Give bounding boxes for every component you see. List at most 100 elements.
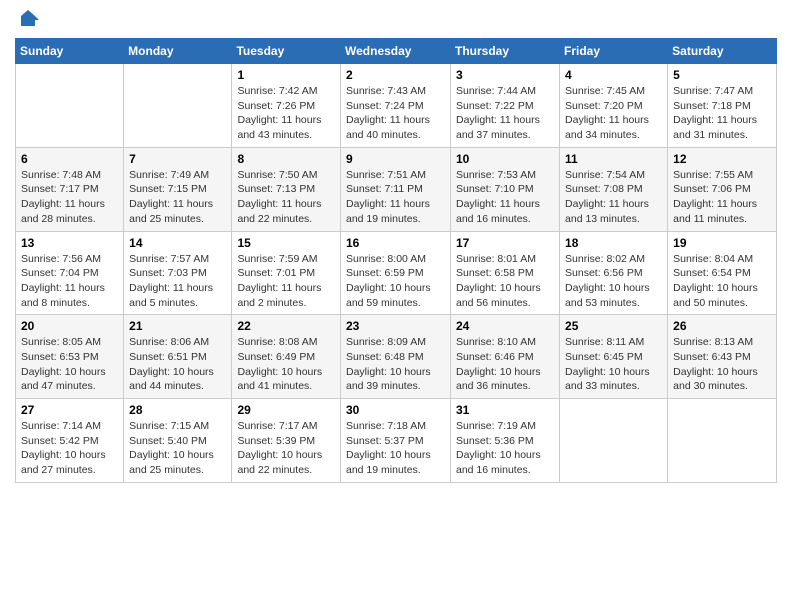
calendar-cell: 11 Sunrise: 7:54 AMSunset: 7:08 PMDayligh… [560,147,668,231]
day-number: 21 [129,319,226,333]
day-info: Sunrise: 8:00 AMSunset: 6:59 PMDaylight:… [346,252,445,311]
day-info: Sunrise: 8:06 AMSunset: 6:51 PMDaylight:… [129,335,226,394]
calendar-cell: 10Sunrise: 7:53 AMSunset: 7:10 PMDayligh… [451,147,560,231]
weekday-header-tuesday: Tuesday [232,39,341,64]
day-number: 18 [565,236,662,250]
calendar-cell: 25 Sunrise: 8:11 AMSunset: 6:45 PMDayligh… [560,315,668,399]
day-number: 26 [673,319,771,333]
day-info: Sunrise: 7:59 AMSunset: 7:01 PMDaylight:… [237,252,335,311]
weekday-header-friday: Friday [560,39,668,64]
logo [15,10,39,30]
logo-icon [17,8,39,30]
day-number: 23 [346,319,445,333]
day-number: 11 [565,152,662,166]
week-row-4: 27Sunrise: 7:14 AMSunset: 5:42 PMDayligh… [16,399,777,483]
calendar-cell: 5 Sunrise: 7:47 AMSunset: 7:18 PMDaylight… [668,64,777,148]
day-info: Sunrise: 7:47 AMSunset: 7:18 PMDaylight:… [673,84,771,143]
day-info: Sunrise: 8:04 AMSunset: 6:54 PMDaylight:… [673,252,771,311]
day-number: 2 [346,68,445,82]
calendar-cell [560,399,668,483]
calendar-cell [16,64,124,148]
calendar-cell: 31Sunrise: 7:19 AMSunset: 5:36 PMDayligh… [451,399,560,483]
calendar-cell: 22 Sunrise: 8:08 AMSunset: 6:49 PMDayligh… [232,315,341,399]
week-row-3: 20 Sunrise: 8:05 AMSunset: 6:53 PMDayligh… [16,315,777,399]
day-info: Sunrise: 7:15 AMSunset: 5:40 PMDaylight:… [129,419,226,478]
calendar-cell: 9Sunrise: 7:51 AMSunset: 7:11 PMDaylight… [341,147,451,231]
day-number: 13 [21,236,118,250]
calendar-cell: 19 Sunrise: 8:04 AMSunset: 6:54 PMDayligh… [668,231,777,315]
calendar-cell: 21 Sunrise: 8:06 AMSunset: 6:51 PMDayligh… [124,315,232,399]
day-number: 25 [565,319,662,333]
calendar-cell: 6Sunrise: 7:48 AMSunset: 7:17 PMDaylight… [16,147,124,231]
day-info: Sunrise: 8:01 AMSunset: 6:58 PMDaylight:… [456,252,554,311]
day-number: 5 [673,68,771,82]
calendar-cell: 26 Sunrise: 8:13 AMSunset: 6:43 PMDayligh… [668,315,777,399]
day-info: Sunrise: 7:57 AMSunset: 7:03 PMDaylight:… [129,252,226,311]
calendar-cell: 27Sunrise: 7:14 AMSunset: 5:42 PMDayligh… [16,399,124,483]
day-info: Sunrise: 7:18 AMSunset: 5:37 PMDaylight:… [346,419,445,478]
day-info: Sunrise: 7:53 AMSunset: 7:10 PMDaylight:… [456,168,554,227]
day-info: Sunrise: 7:44 AMSunset: 7:22 PMDaylight:… [456,84,554,143]
day-info: Sunrise: 7:56 AMSunset: 7:04 PMDaylight:… [21,252,118,311]
day-number: 20 [21,319,118,333]
calendar-cell [668,399,777,483]
calendar-cell: 2 Sunrise: 7:43 AMSunset: 7:24 PMDaylight… [341,64,451,148]
day-info: Sunrise: 7:55 AMSunset: 7:06 PMDaylight:… [673,168,771,227]
calendar-cell: 18 Sunrise: 8:02 AMSunset: 6:56 PMDayligh… [560,231,668,315]
day-info: Sunrise: 7:48 AMSunset: 7:17 PMDaylight:… [21,168,118,227]
day-number: 31 [456,403,554,417]
day-number: 9 [346,152,445,166]
calendar-cell: 13 Sunrise: 7:56 AMSunset: 7:04 PMDayligh… [16,231,124,315]
day-number: 17 [456,236,554,250]
day-number: 28 [129,403,226,417]
calendar-cell: 7Sunrise: 7:49 AMSunset: 7:15 PMDaylight… [124,147,232,231]
day-info: Sunrise: 7:54 AMSunset: 7:08 PMDaylight:… [565,168,662,227]
day-number: 27 [21,403,118,417]
day-number: 29 [237,403,335,417]
day-info: Sunrise: 7:17 AMSunset: 5:39 PMDaylight:… [237,419,335,478]
day-info: Sunrise: 8:05 AMSunset: 6:53 PMDaylight:… [21,335,118,394]
day-number: 3 [456,68,554,82]
page: SundayMondayTuesdayWednesdayThursdayFrid… [0,0,792,498]
day-number: 19 [673,236,771,250]
day-info: Sunrise: 8:10 AMSunset: 6:46 PMDaylight:… [456,335,554,394]
weekday-header-monday: Monday [124,39,232,64]
calendar-cell: 24 Sunrise: 8:10 AMSunset: 6:46 PMDayligh… [451,315,560,399]
day-number: 24 [456,319,554,333]
calendar-cell: 28 Sunrise: 7:15 AMSunset: 5:40 PMDayligh… [124,399,232,483]
day-info: Sunrise: 7:49 AMSunset: 7:15 PMDaylight:… [129,168,226,227]
calendar-cell: 29 Sunrise: 7:17 AMSunset: 5:39 PMDayligh… [232,399,341,483]
day-info: Sunrise: 8:11 AMSunset: 6:45 PMDaylight:… [565,335,662,394]
day-info: Sunrise: 7:45 AMSunset: 7:20 PMDaylight:… [565,84,662,143]
calendar-cell [124,64,232,148]
calendar-cell: 23 Sunrise: 8:09 AMSunset: 6:48 PMDayligh… [341,315,451,399]
calendar-cell: 17 Sunrise: 8:01 AMSunset: 6:58 PMDayligh… [451,231,560,315]
calendar-table: SundayMondayTuesdayWednesdayThursdayFrid… [15,38,777,483]
day-info: Sunrise: 7:43 AMSunset: 7:24 PMDaylight:… [346,84,445,143]
calendar-cell: 4Sunrise: 7:45 AMSunset: 7:20 PMDaylight… [560,64,668,148]
calendar-cell: 20 Sunrise: 8:05 AMSunset: 6:53 PMDayligh… [16,315,124,399]
calendar-cell: 30 Sunrise: 7:18 AMSunset: 5:37 PMDayligh… [341,399,451,483]
day-info: Sunrise: 7:50 AMSunset: 7:13 PMDaylight:… [237,168,335,227]
day-number: 12 [673,152,771,166]
day-number: 16 [346,236,445,250]
calendar-cell: 12 Sunrise: 7:55 AMSunset: 7:06 PMDayligh… [668,147,777,231]
day-number: 8 [237,152,335,166]
weekday-header-saturday: Saturday [668,39,777,64]
day-info: Sunrise: 7:42 AMSunset: 7:26 PMDaylight:… [237,84,335,143]
day-number: 30 [346,403,445,417]
calendar-cell: 3 Sunrise: 7:44 AMSunset: 7:22 PMDaylight… [451,64,560,148]
calendar-cell: 16 Sunrise: 8:00 AMSunset: 6:59 PMDayligh… [341,231,451,315]
weekday-header-row: SundayMondayTuesdayWednesdayThursdayFrid… [16,39,777,64]
day-info: Sunrise: 8:08 AMSunset: 6:49 PMDaylight:… [237,335,335,394]
week-row-1: 6Sunrise: 7:48 AMSunset: 7:17 PMDaylight… [16,147,777,231]
week-row-2: 13 Sunrise: 7:56 AMSunset: 7:04 PMDayligh… [16,231,777,315]
calendar-cell: 8 Sunrise: 7:50 AMSunset: 7:13 PMDaylight… [232,147,341,231]
day-number: 14 [129,236,226,250]
day-number: 22 [237,319,335,333]
day-info: Sunrise: 8:13 AMSunset: 6:43 PMDaylight:… [673,335,771,394]
calendar-cell: 14 Sunrise: 7:57 AMSunset: 7:03 PMDayligh… [124,231,232,315]
day-info: Sunrise: 8:02 AMSunset: 6:56 PMDaylight:… [565,252,662,311]
day-number: 1 [237,68,335,82]
day-info: Sunrise: 8:09 AMSunset: 6:48 PMDaylight:… [346,335,445,394]
